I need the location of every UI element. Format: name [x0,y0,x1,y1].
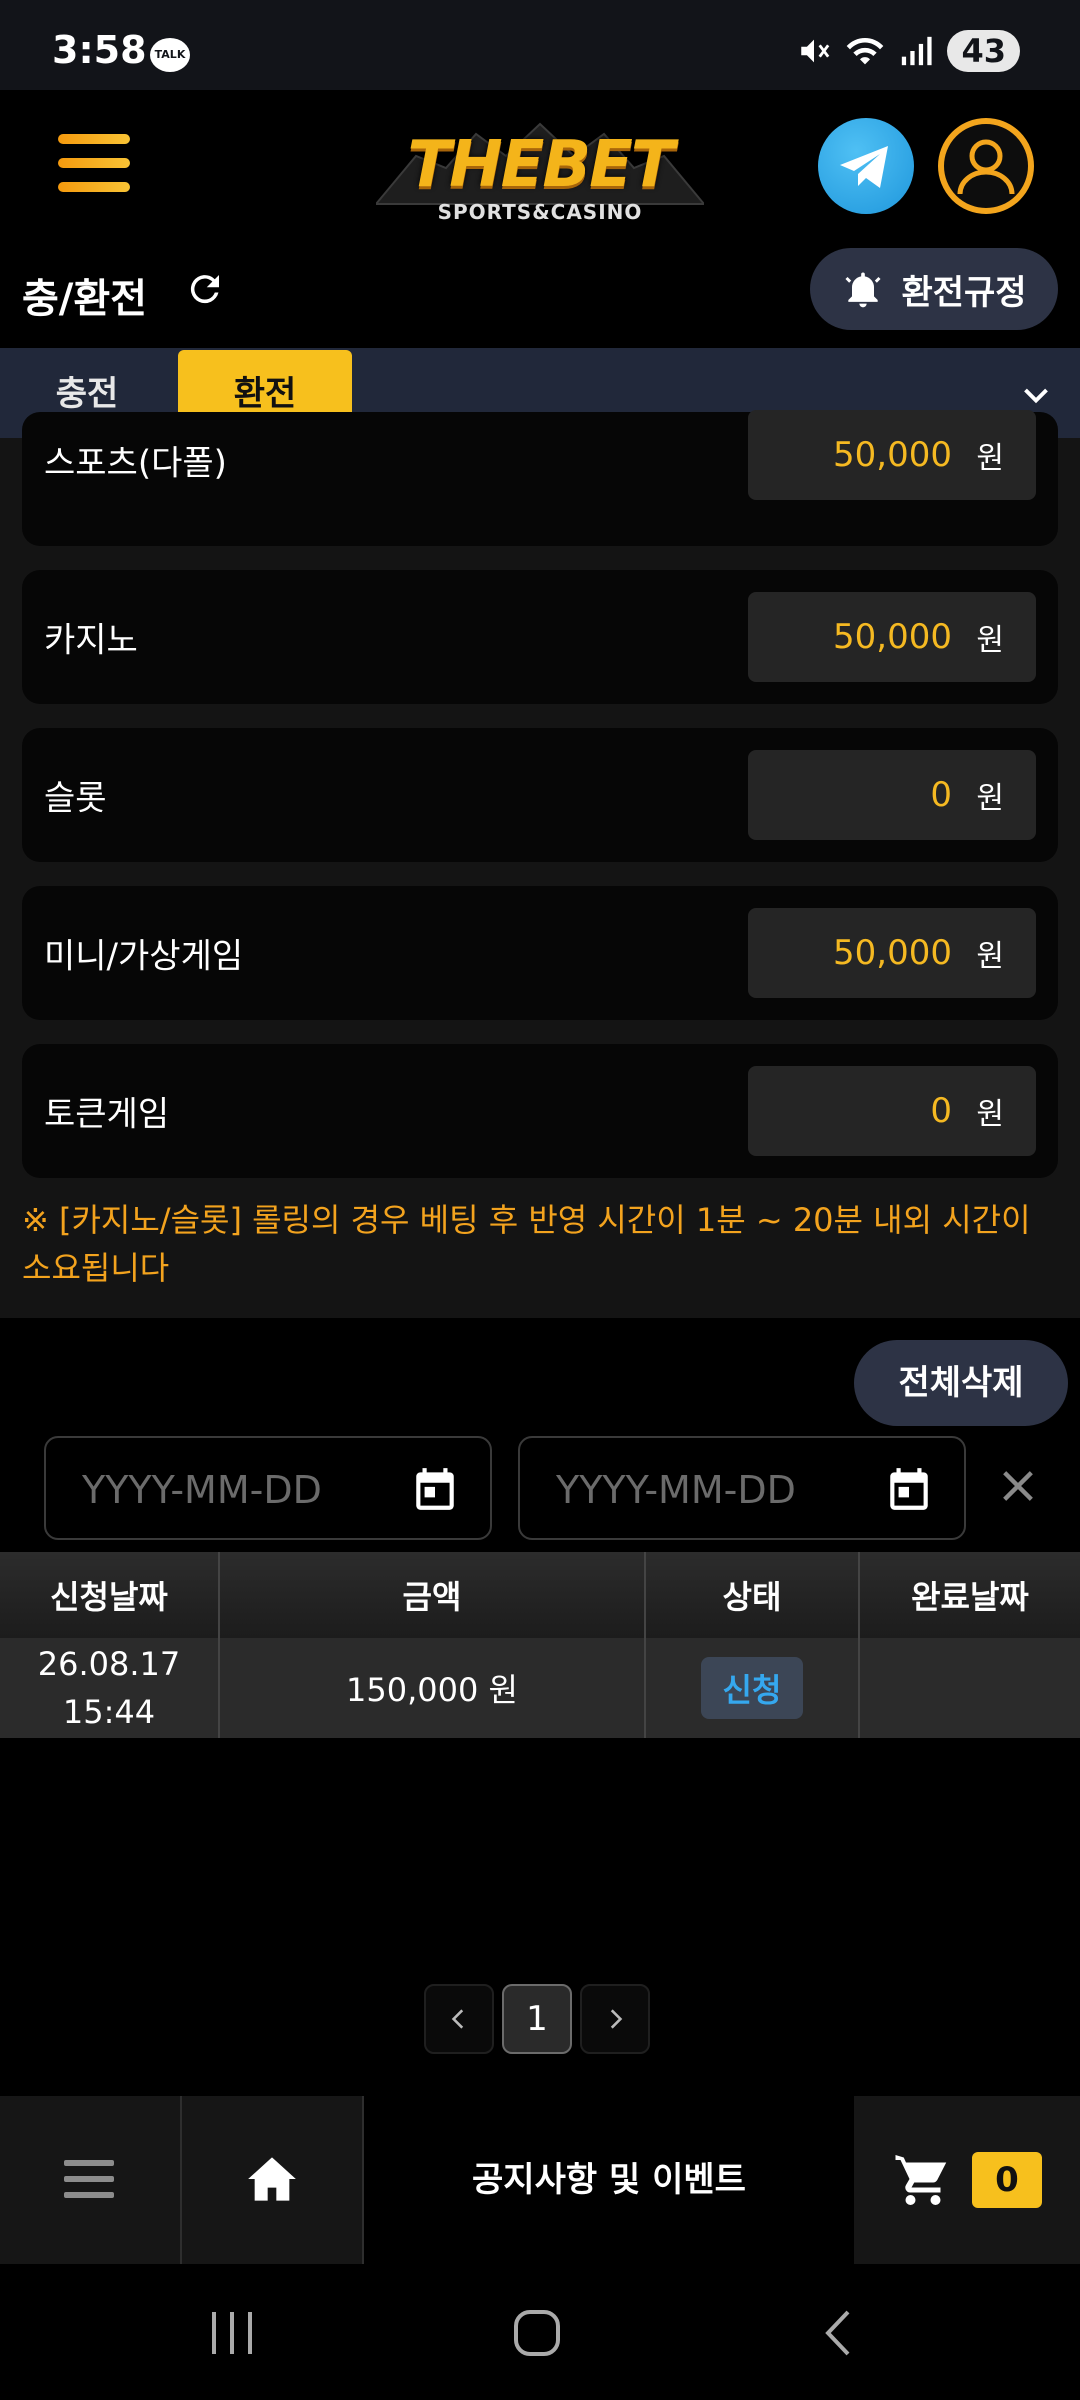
rolling-row-sports: 스포츠(다폴) 50,000 원 [22,410,1058,546]
end-date-field [518,1436,966,1540]
row-value: 0 [930,775,952,815]
bottom-nav: 공지사항 및 이벤트 0 [0,2096,1080,2264]
status-badge[interactable]: 신청 [700,1657,804,1719]
row-value-box: 50,000 원 [748,410,1036,500]
chevron-down-icon[interactable] [1018,378,1054,414]
status-bar: 3:58 TALK 43 [0,0,1080,90]
row-label: 슬롯 [44,778,107,819]
col-status: 상태 [646,1552,860,1638]
row-label: 미니/가상게임 [44,936,244,977]
row-label: 토큰게임 [44,1094,170,1135]
rolling-row-slot: 슬롯 0 원 [22,728,1058,862]
cart-icon [895,2155,947,2205]
notice-event-button[interactable]: 공지사항 및 이벤트 [364,2096,854,2264]
calendar-icon[interactable] [410,1464,460,1514]
end-date-input[interactable] [556,1464,846,1516]
kakaotalk-icon: TALK [150,38,190,72]
status-cell: 신청 [646,1638,860,1738]
row-value-box: 50,000 원 [748,592,1036,682]
row-unit: 원 [976,441,1004,476]
title-row: 충/환전 환전규정 [0,240,1080,350]
signal-icon [902,36,933,66]
history-table: 신청날짜 금액 상태 완료날짜 26.08.17 15:44 150,000 원… [0,1552,1080,1738]
thebet-logo[interactable]: THEBET SPORTS&CASINO [376,116,704,226]
rolling-row-mini: 미니/가상게임 50,000 원 [22,886,1058,1020]
withdraw-rules-button[interactable]: 환전규정 [810,248,1058,330]
prev-page-button[interactable] [424,1984,494,2054]
home-icon [248,2157,296,2201]
row-value-box: 50,000 원 [748,908,1036,998]
row-unit: 원 [976,781,1004,816]
page-number-button[interactable]: 1 [502,1984,572,2054]
close-icon[interactable] [998,1466,1038,1506]
app-header: THEBET SPORTS&CASINO [0,90,1080,240]
home-nav-icon[interactable] [512,2308,562,2358]
complete-date-cell [860,1638,1080,1738]
row-value-box: 0 원 [748,750,1036,840]
rolling-notice: ※ [카지노/슬롯] 롤링의 경우 베팅 후 반영 시간이 1분 ~ 20분 내… [22,1201,1031,1287]
row-value: 50,000 [833,435,952,475]
wifi-icon [847,37,884,65]
logo-text: THEBET [407,128,674,202]
row-value: 50,000 [833,933,952,973]
row-value: 0 [930,1091,952,1131]
delete-all-button[interactable]: 전체삭제 [854,1340,1068,1426]
pagination: 1 [424,1984,650,2054]
mute-icon [801,39,830,63]
row-value: 50,000 [833,617,952,657]
back-icon[interactable] [820,2308,860,2358]
page-title: 충/환전 [22,276,148,322]
system-nav-bar [0,2264,1080,2400]
col-request-date: 신청날짜 [0,1552,220,1638]
status-icons: 43 [797,30,1020,72]
user-profile-icon[interactable] [938,118,1034,214]
logo-subtext: SPORTS&CASINO [437,200,643,224]
battery-indicator: 43 [947,30,1020,72]
home-button[interactable] [182,2096,364,2264]
calendar-icon[interactable] [884,1464,934,1514]
col-complete-date: 완료날짜 [911,1578,1029,1616]
request-date-cell: 26.08.17 15:44 [0,1638,220,1738]
status-time: 3:58 [52,28,147,72]
row-label: 카지노 [44,620,138,661]
table-row: 26.08.17 15:44 150,000 원 신청 [0,1638,1080,1738]
chevron-left-icon [451,2009,464,2029]
bet-slip-button[interactable]: 0 [854,2096,1080,2264]
rolling-row-token: 토큰게임 0 원 [22,1044,1058,1178]
telegram-icon[interactable] [818,118,914,214]
bottom-menu-button[interactable] [0,2096,182,2264]
next-page-button[interactable] [580,1984,650,2054]
rolling-row-casino: 카지노 50,000 원 [22,570,1058,704]
row-label: 스포츠(다폴) [44,443,227,484]
amount-cell: 150,000 원 [220,1638,646,1738]
bell-icon [845,272,881,308]
start-date-field [44,1436,492,1540]
recent-apps-icon[interactable] [208,2310,258,2356]
menu-icon [64,2160,114,2198]
col-amount: 금액 [220,1552,646,1638]
row-unit: 원 [976,939,1004,974]
chevron-right-icon [610,2009,623,2029]
rules-label: 환전규정 [901,272,1027,313]
refresh-icon[interactable] [184,268,226,310]
start-date-input[interactable] [82,1464,372,1516]
row-unit: 원 [976,623,1004,658]
request-date: 26.08.17 [37,1645,181,1683]
row-value-box: 0 원 [748,1066,1036,1156]
request-time: 15:44 [62,1693,156,1731]
cart-count-badge: 0 [972,2152,1042,2208]
hamburger-menu-icon[interactable] [58,134,130,192]
row-unit: 원 [976,1097,1004,1132]
table-header: 신청날짜 금액 상태 완료날짜 [0,1552,1080,1638]
